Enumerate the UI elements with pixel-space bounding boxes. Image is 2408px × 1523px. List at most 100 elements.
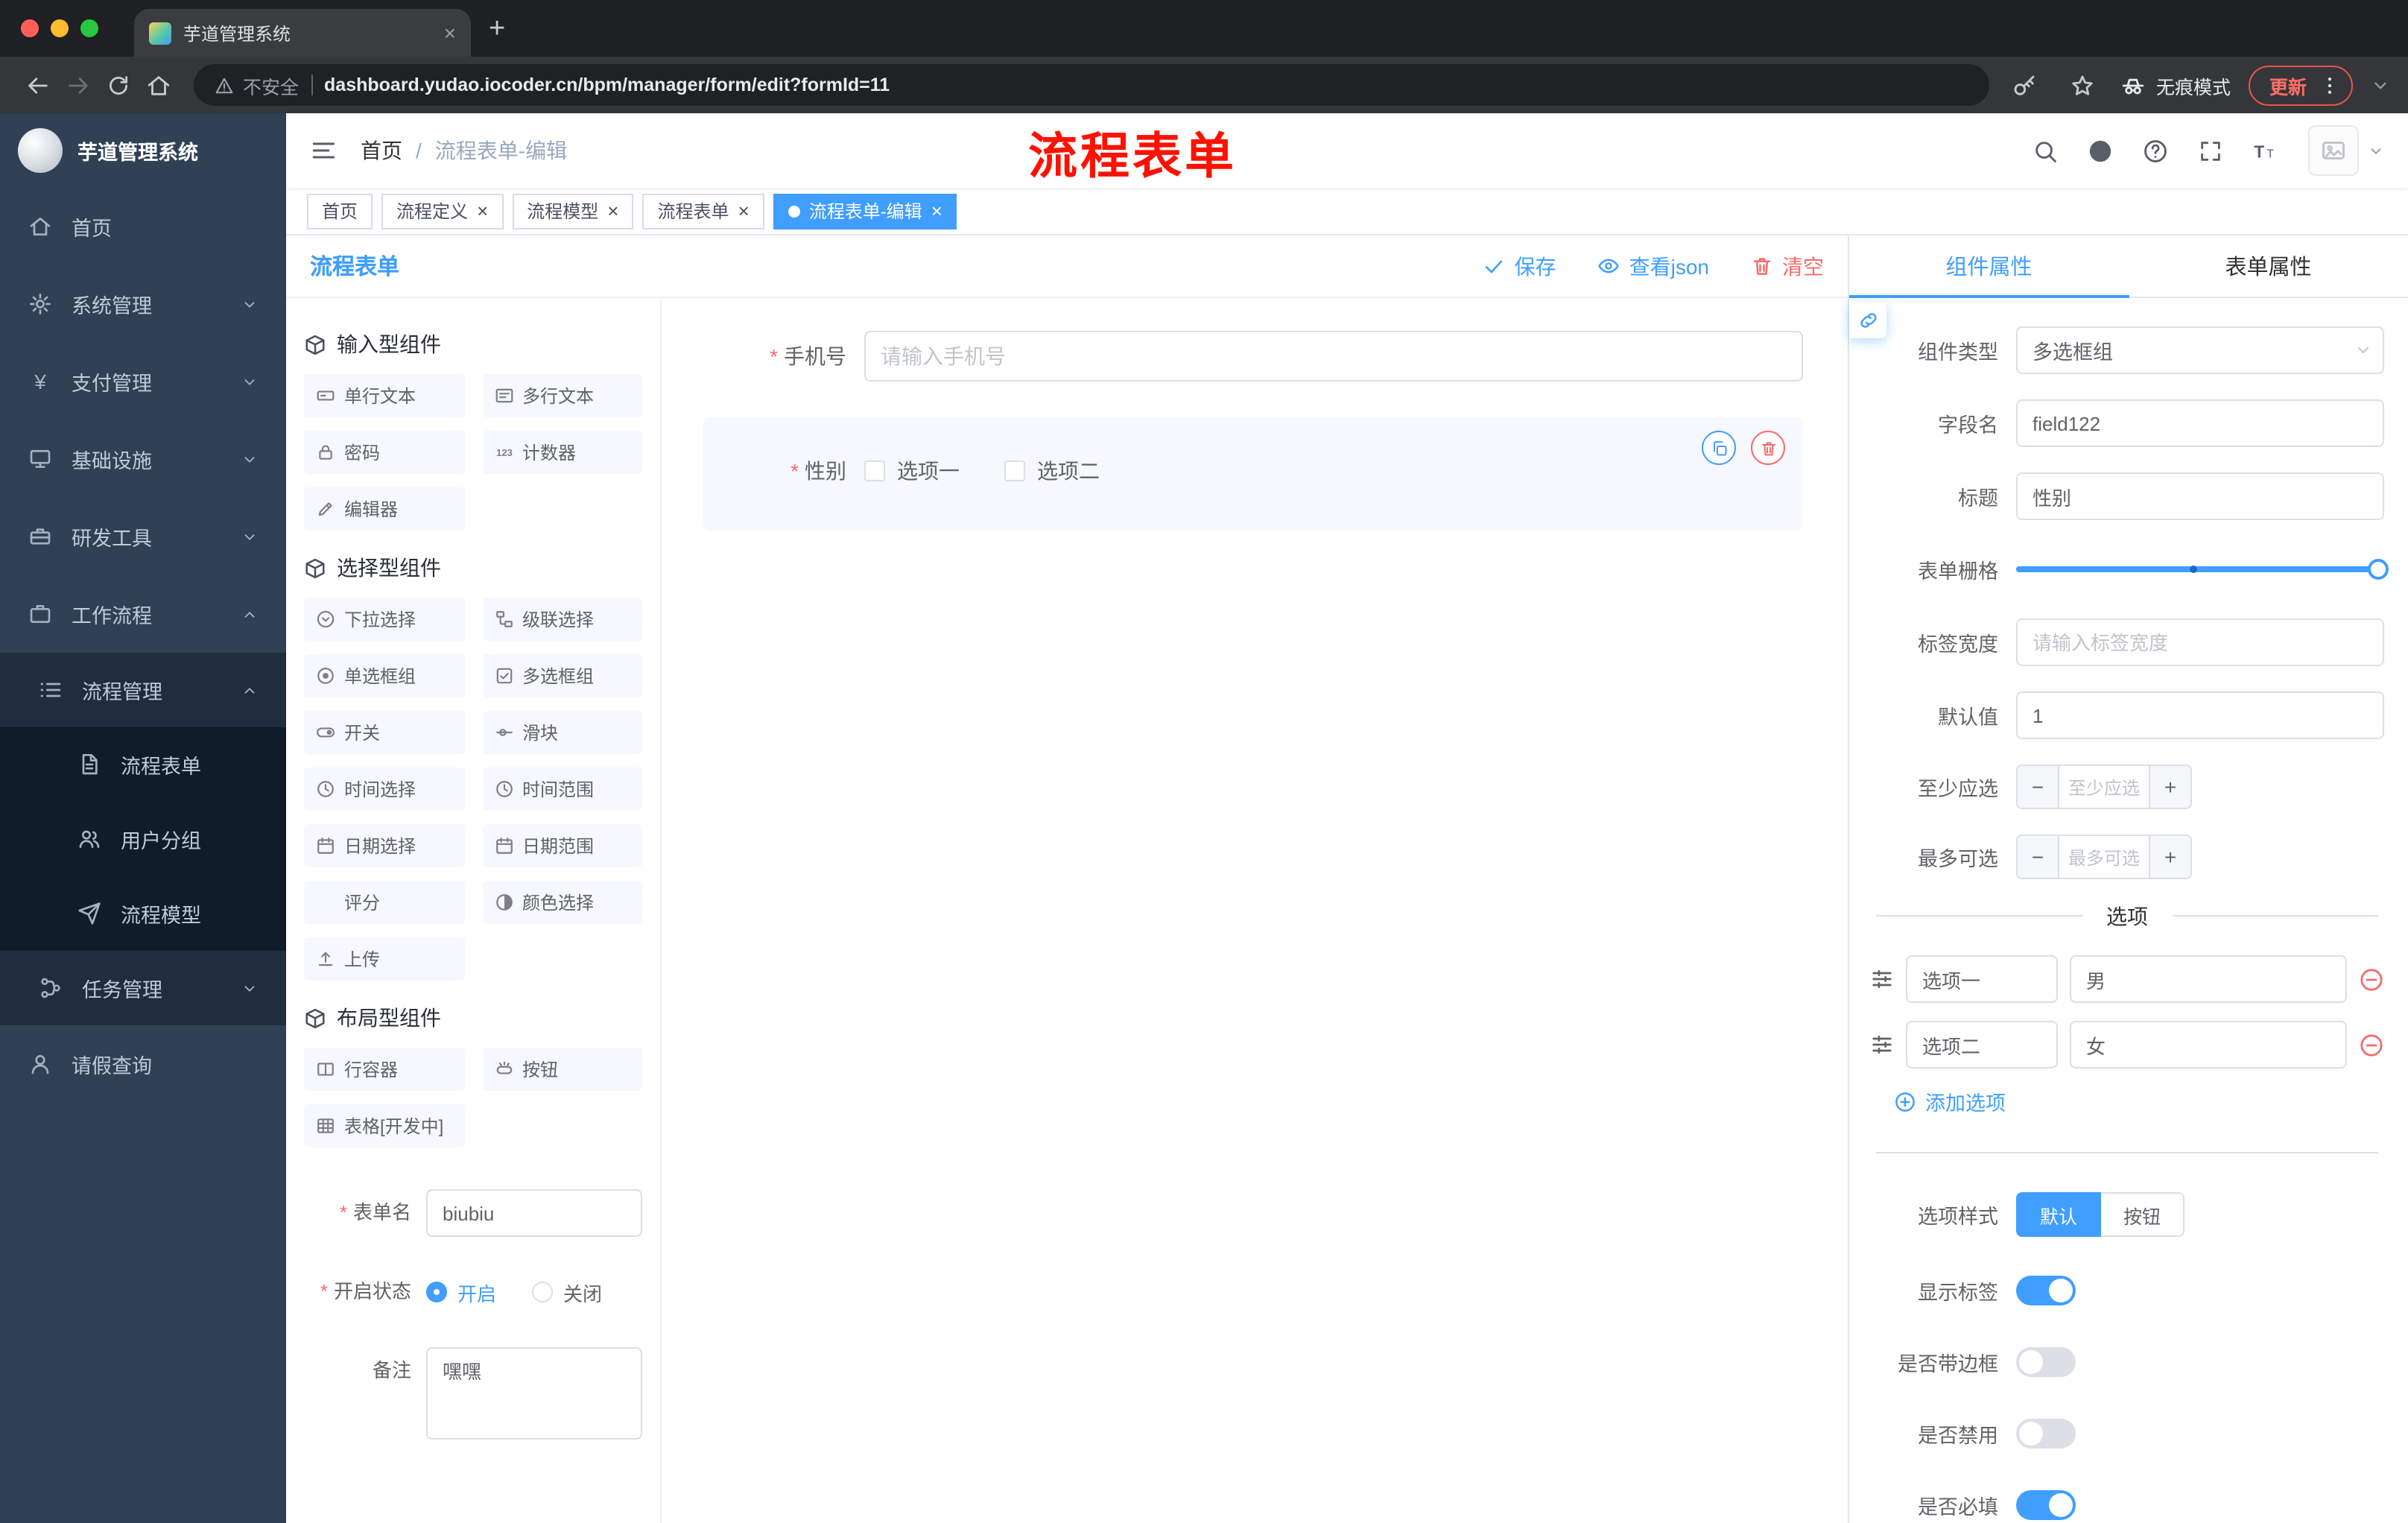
comp-table[interactable]: 表格[开发中] [304,1104,464,1147]
chevron-down-icon[interactable] [2371,75,2390,95]
close-icon[interactable]: × [607,201,618,221]
font-size-icon[interactable] [2253,138,2278,163]
decrement-button[interactable]: − [2018,766,2059,808]
drag-handle-icon[interactable] [1870,1033,1894,1057]
breadcrumb-home[interactable]: 首页 [361,136,402,165]
comp-color-picker[interactable]: 颜色选择 [482,881,642,924]
tag-process-model[interactable]: 流程模型 × [512,193,634,229]
search-icon[interactable] [2032,138,2058,163]
sidebar-item-process-model[interactable]: 流程模型 [0,876,286,951]
label-width-input[interactable] [2016,618,2384,666]
sidebar-item-process-form[interactable]: 流程表单 [0,727,286,802]
field-name-input[interactable] [2016,399,2384,447]
comp-upload[interactable]: 上传 [304,937,464,981]
close-icon[interactable]: × [477,201,488,221]
comp-switch[interactable]: 开关 [304,711,464,754]
form-remark-textarea[interactable]: 嘿嘿 [426,1347,642,1440]
delete-component-button[interactable] [1751,431,1785,465]
comp-date-range[interactable]: 日期范围 [482,824,642,867]
clear-button[interactable]: 清空 [1751,251,1824,281]
user-menu[interactable] [2308,125,2384,176]
view-json-button[interactable]: 查看json [1598,251,1709,281]
save-button[interactable]: 保存 [1483,251,1556,281]
slider-knob[interactable] [2368,559,2389,580]
password-key-icon[interactable] [2004,65,2044,105]
phone-field[interactable]: 手机号 [703,331,1803,381]
sidebar-item-devtools[interactable]: 研发工具 [0,498,286,575]
grid-slider[interactable] [2016,545,2389,593]
link-icon[interactable] [1849,301,1886,338]
slider-track[interactable] [2016,559,2389,580]
min-select-value[interactable]: 至少应选 [2059,766,2149,808]
title-input[interactable] [2016,472,2384,520]
reload-button[interactable] [98,65,139,105]
add-option-button[interactable]: 添加选项 [1894,1086,2384,1116]
style-button-button[interactable]: 按钮 [2101,1192,2185,1237]
comp-date-picker[interactable]: 日期选择 [304,824,464,867]
gender-option-2-checkbox[interactable]: 选项二 [1004,456,1100,486]
sidebar-item-payment[interactable]: ¥ 支付管理 [0,343,286,420]
comp-row-container[interactable]: 行容器 [304,1048,464,1091]
bookmark-star-icon[interactable] [2062,65,2103,105]
close-icon[interactable]: × [738,201,750,221]
status-on-radio[interactable]: 开启 [426,1278,496,1306]
sidebar-item-home[interactable]: 首页 [0,188,286,265]
comp-time-picker[interactable]: 时间选择 [304,767,464,811]
tag-process-form[interactable]: 流程表单 × [642,193,764,229]
tab-close-icon[interactable]: × [444,22,456,43]
comp-select[interactable]: 下拉选择 [304,598,464,641]
tag-home[interactable]: 首页 [307,193,373,229]
comp-editor[interactable]: 编辑器 [304,487,464,531]
phone-input[interactable] [864,331,1803,381]
increment-button[interactable]: + [2149,836,2190,878]
address-bar[interactable]: 不安全 dashboard.yudao.iocoder.cn/bpm/manag… [194,64,1989,106]
close-window-button[interactable] [21,19,39,37]
browser-update-button[interactable]: 更新 [2248,65,2353,105]
option-2-value-input[interactable] [2070,1021,2347,1068]
gender-option-1-checkbox[interactable]: 选项一 [864,456,960,486]
new-tab-button[interactable]: + [489,14,505,42]
close-icon[interactable]: × [931,201,942,221]
zoom-window-button[interactable] [80,19,98,37]
required-switch[interactable] [2016,1490,2076,1520]
home-button[interactable] [139,65,179,105]
tag-process-form-edit[interactable]: 流程表单-编辑 × [773,193,957,229]
tab-component-props[interactable]: 组件属性 [1849,235,2129,298]
comp-slider[interactable]: 滑块 [482,711,642,754]
sidebar-item-infra[interactable]: 基础设施 [0,420,286,498]
comp-radio-group[interactable]: 单选框组 [304,654,464,697]
drag-handle-icon[interactable] [1870,967,1894,991]
show-label-switch[interactable] [2016,1276,2076,1305]
status-off-radio[interactable]: 关闭 [532,1278,602,1306]
option-1-value-input[interactable] [2070,955,2347,1003]
browser-tab[interactable]: 芋道管理系统 × [134,9,471,57]
comp-time-range[interactable]: 时间范围 [482,767,642,811]
sidebar-item-system[interactable]: 系统管理 [0,265,286,343]
comp-rate[interactable]: 评分 [304,881,464,924]
sidebar-item-process-manage[interactable]: 流程管理 [0,653,286,727]
decrement-button[interactable]: − [2018,836,2059,878]
github-icon[interactable] [2088,138,2113,163]
remove-option-button[interactable] [2359,1032,2384,1057]
option-2-label-input[interactable] [1906,1021,2058,1068]
option-1-label-input[interactable] [1906,955,2058,1003]
comp-password[interactable]: 密码 [304,431,464,474]
help-icon[interactable] [2143,138,2168,163]
tag-process-definition[interactable]: 流程定义 × [381,193,504,229]
component-type-select[interactable]: 多选框组 [2016,326,2384,374]
comp-cascader[interactable]: 级联选择 [482,598,642,641]
tab-form-props[interactable]: 表单属性 [2129,235,2408,297]
sidebar-item-user-group[interactable]: 用户分组 [0,802,286,876]
fullscreen-icon[interactable] [2198,138,2223,163]
comp-input-multi[interactable]: 多行文本 [482,374,642,417]
style-default-button[interactable]: 默认 [2016,1192,2102,1237]
security-indicator[interactable]: 不安全 [215,71,299,99]
sidebar-item-leave-query[interactable]: 请假查询 [0,1025,286,1103]
minimize-window-button[interactable] [51,19,69,37]
selected-component-gender[interactable]: 性别 选项一 选项二 [703,417,1803,531]
increment-button[interactable]: + [2149,766,2190,808]
forward-button[interactable] [58,65,98,105]
form-name-input[interactable] [426,1189,642,1237]
back-button[interactable] [18,65,58,105]
comp-input-single[interactable]: 单行文本 [304,374,464,417]
